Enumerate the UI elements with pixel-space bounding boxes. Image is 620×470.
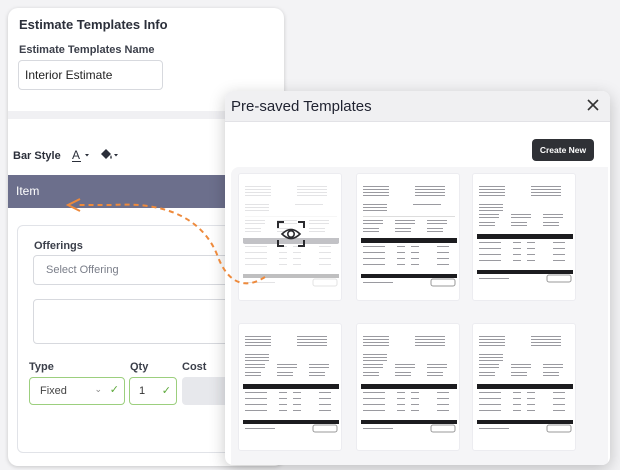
check-icon: ✓ [109,384,119,396]
template-thumbnail [243,336,339,433]
type-label: Type [29,361,54,373]
template-thumbnail [361,336,457,433]
font-color-icon[interactable]: A [72,147,92,163]
bar-style-label: Bar Style [13,150,61,162]
template-card[interactable] [238,323,342,451]
check-icon: ✓ [161,385,171,397]
qty-input[interactable]: 1 ✓ [129,377,177,405]
template-card[interactable] [472,173,576,301]
qty-label: Qty [130,361,149,373]
pre-saved-templates-modal: Pre-saved Templates Create New [225,91,610,465]
template-card[interactable] [356,323,460,451]
type-value: Fixed [40,385,67,397]
section-title: Estimate Templates Info [19,17,168,32]
chevron-down-icon: ⌄ [94,384,102,394]
modal-header: Pre-saved Templates [225,91,610,122]
template-thumbnail [361,186,457,287]
svg-text:A: A [72,148,80,162]
template-thumbnail [477,186,573,283]
create-new-button[interactable]: Create New [532,139,594,161]
close-icon[interactable] [585,97,601,113]
qty-value: 1 [139,385,146,397]
paint-bucket-icon[interactable] [98,147,120,163]
type-select[interactable]: Fixed ⌄ ✓ [29,377,125,405]
template-name-label: Estimate Templates Name [19,44,155,56]
cost-label: Cost [182,361,207,373]
template-thumbnail [477,336,573,433]
modal-title: Pre-saved Templates [231,98,372,115]
template-card[interactable] [472,323,576,451]
template-card[interactable] [356,173,460,301]
template-card[interactable] [238,173,342,301]
preview-eye-icon[interactable] [276,220,306,248]
template-name-input[interactable] [18,60,163,90]
screen: Estimate Templates Info Estimate Templat… [0,0,620,470]
offerings-label: Offerings [34,240,83,252]
